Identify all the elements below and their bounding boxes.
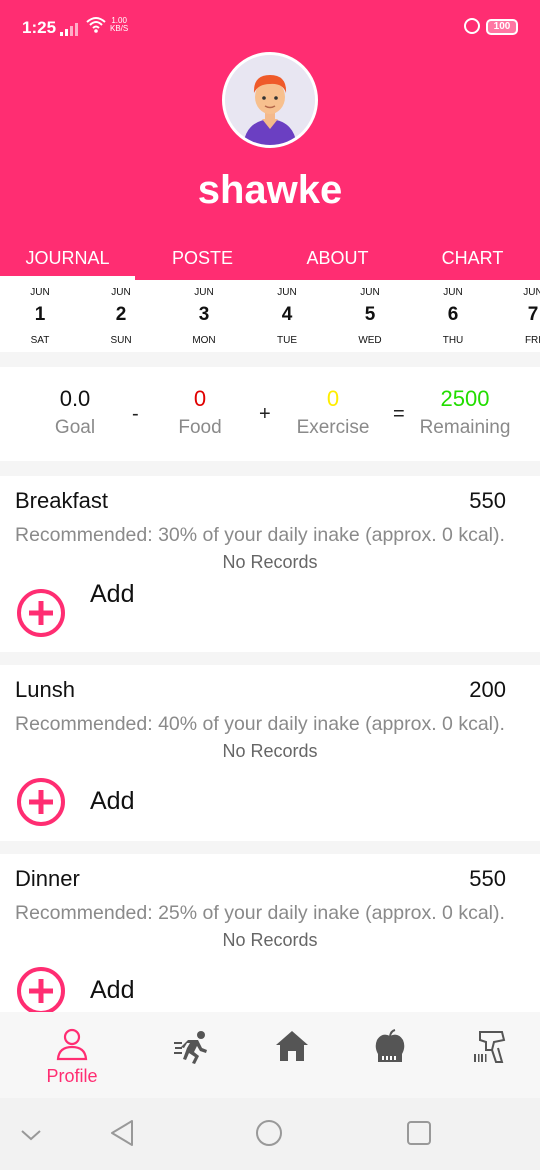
no-records-text: No Records: [222, 741, 318, 761]
date-weekday: MON: [192, 335, 216, 346]
tab-about[interactable]: ABOUT: [270, 238, 405, 280]
meal-recommendation: Recommended: 30% of your daily inake (ap…: [15, 524, 505, 546]
status-bar: 1:25 1.00 KB/S 100: [0, 0, 540, 56]
add-circle-icon[interactable]: [16, 777, 66, 827]
goal-label: Goal: [54, 417, 96, 438]
food-value: 0: [193, 386, 207, 411]
meal-title: Dinner: [15, 866, 80, 891]
person-avatar-icon: [225, 55, 315, 145]
avatar[interactable]: [222, 52, 318, 148]
username: shawke: [197, 168, 343, 212]
date-day: 5: [364, 304, 376, 325]
add-button-label[interactable]: Add: [90, 976, 134, 1005]
profile-icon: [56, 1028, 88, 1061]
food-label: Food: [178, 417, 222, 438]
date-day: 3: [198, 304, 210, 325]
date-month: JUN: [360, 287, 380, 298]
tab-bar: JOURNAL POSTE ABOUT CHART: [0, 238, 540, 280]
barcode-scanner-icon: [474, 1031, 506, 1063]
date-weekday: SUN: [110, 335, 132, 346]
exercise-label: Exercise: [296, 417, 370, 438]
status-time: 1:25: [22, 18, 57, 37]
nav-activity[interactable]: [138, 1012, 246, 1098]
meal-calories: 550: [469, 488, 506, 513]
goal-value: 0.0: [59, 386, 91, 411]
battery-icon: 100: [486, 19, 518, 35]
tab-chart[interactable]: CHART: [405, 238, 540, 280]
add-circle-icon[interactable]: [16, 966, 66, 1016]
plus-operator: +: [259, 403, 271, 425]
network-speed-unit: KB/S: [110, 24, 129, 33]
signal-icon: [60, 23, 78, 36]
bottom-navigation: Profile: [0, 1012, 540, 1098]
date-month: JUN: [194, 287, 214, 298]
meal-card-lunch: Lunsh 200 Recommended: 40% of your daily…: [0, 665, 540, 841]
meal-calories: 200: [469, 677, 506, 702]
food-summary: 0 Food: [168, 385, 232, 443]
add-button-label[interactable]: Add: [90, 787, 134, 816]
recents-icon[interactable]: [404, 1118, 434, 1148]
equals-operator: =: [393, 403, 405, 425]
date-month: JUN: [111, 287, 131, 298]
date-day: 2: [115, 304, 127, 325]
minus-operator: -: [132, 403, 139, 425]
system-navigation-bar: [0, 1098, 540, 1170]
remaining-value: 2500: [440, 386, 490, 411]
meal-recommendation: Recommended: 25% of your daily inake (ap…: [15, 902, 505, 924]
add-circle-icon[interactable]: [16, 588, 66, 638]
date-day: 1: [34, 304, 46, 325]
add-button-label[interactable]: Add: [90, 580, 134, 609]
home-circle-icon[interactable]: [254, 1118, 284, 1148]
chevron-down-icon[interactable]: [16, 1120, 46, 1150]
exercise-value: 0: [326, 386, 340, 411]
date-month: JUN: [523, 287, 540, 298]
meal-calories: 550: [469, 866, 506, 891]
date-month: JUN: [30, 287, 50, 298]
apple-scale-icon: [375, 1029, 405, 1062]
nav-profile[interactable]: Profile: [18, 1012, 126, 1098]
profile-header: 1:25 1.00 KB/S 100 shawke JOURNAL POSTE …: [0, 0, 540, 280]
running-icon: [174, 1031, 207, 1064]
date-strip: JUN 1 SAT JUN 2 SUN JUN 3 MON JUN 4 TUE …: [0, 280, 540, 352]
meal-title: Breakfast: [15, 488, 108, 513]
meal-card-dinner: Dinner 550 Recommended: 25% of your dail…: [0, 854, 540, 1015]
date-weekday: WED: [358, 335, 382, 346]
meal-card-breakfast: Breakfast 550 Recommended: 30% of your d…: [0, 476, 540, 652]
goal-summary: 0.0 Goal: [44, 385, 106, 443]
date-day: 6: [447, 304, 459, 325]
meal-recommendation: Recommended: 40% of your daily inake (ap…: [15, 713, 505, 735]
nav-home[interactable]: [238, 1012, 346, 1098]
calorie-summary: 0.0 Goal - 0 Food + 0 Exercise = 2500 Re…: [0, 367, 540, 461]
network-speed: 1.00 KB/S: [110, 17, 128, 33]
date-weekday: SAT: [30, 335, 50, 346]
date-weekday: THU: [442, 335, 464, 346]
back-icon[interactable]: [108, 1118, 138, 1148]
home-icon: [276, 1031, 308, 1061]
remaining-summary: 2500 Remaining: [408, 385, 522, 443]
date-month: JUN: [443, 287, 463, 298]
no-records-text: No Records: [222, 552, 318, 572]
nav-scanner[interactable]: [436, 1012, 540, 1098]
nav-nutrition[interactable]: [336, 1012, 444, 1098]
no-records-text: No Records: [222, 930, 318, 950]
wifi-icon: [86, 17, 106, 33]
date-day: 4: [281, 304, 293, 325]
meal-title: Lunsh: [15, 677, 75, 702]
date-month: JUN: [277, 287, 297, 298]
tab-journal[interactable]: JOURNAL: [0, 238, 135, 280]
nav-profile-label: Profile: [46, 1066, 98, 1086]
date-weekday: TUE: [277, 335, 297, 346]
date-weekday: FRI: [524, 335, 540, 346]
tab-poste[interactable]: POSTE: [135, 238, 270, 280]
remaining-label: Remaining: [419, 417, 511, 438]
lock-icon: [464, 18, 480, 34]
exercise-summary: 0 Exercise: [290, 385, 376, 443]
date-day: 7: [527, 304, 539, 325]
